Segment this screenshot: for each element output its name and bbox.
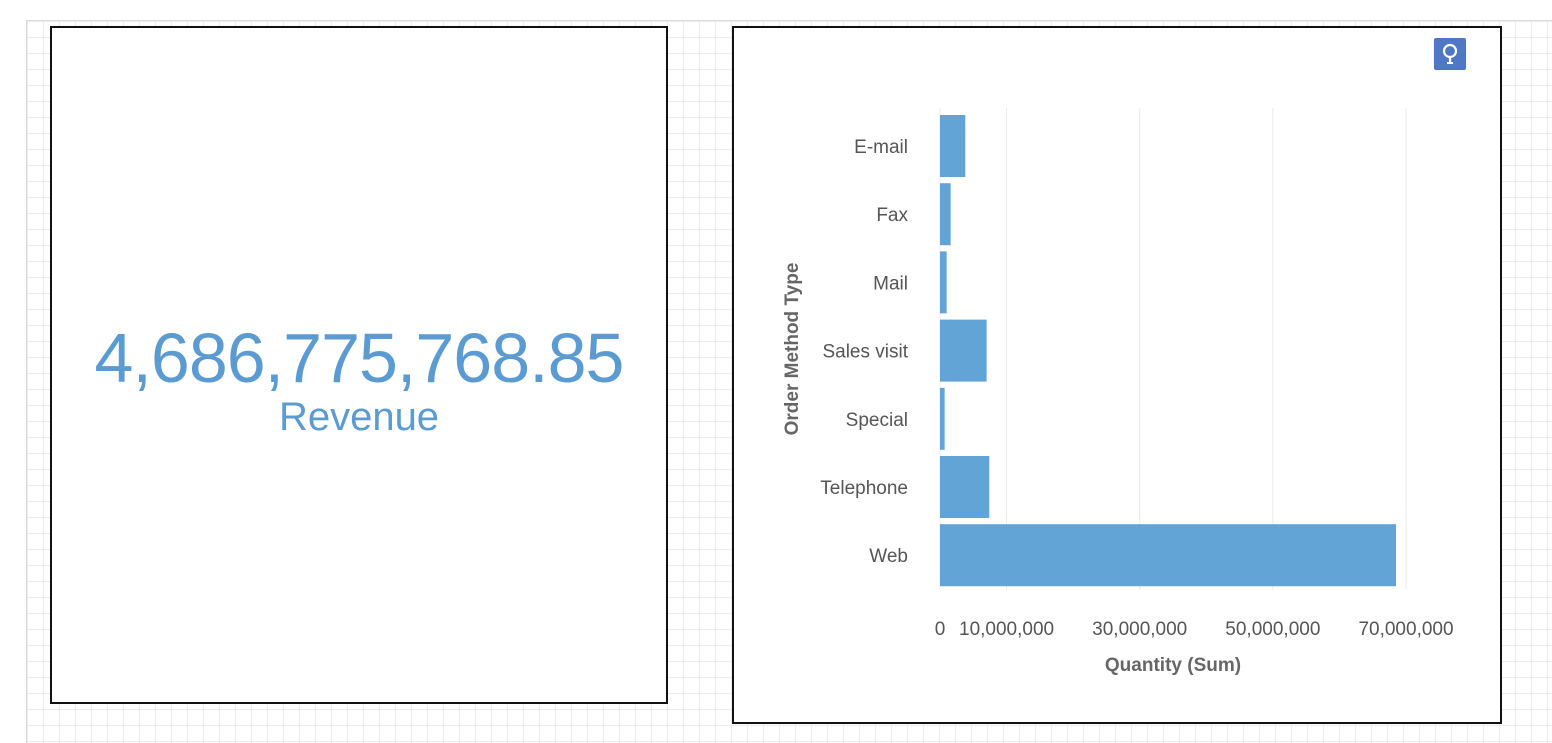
category-labels: E-mail Fax Mail Sales visit Special Telephone… xyxy=(820,137,908,567)
bar[interactable] xyxy=(940,319,987,382)
x-axis-title: Quantity (Sum) xyxy=(1105,655,1241,676)
x-tick-label: 50,000,000 xyxy=(1225,619,1320,640)
kpi-block: 4,686,775,768.85 Revenue xyxy=(52,320,666,438)
category-label: Special xyxy=(846,410,908,431)
category-label: Telephone xyxy=(820,478,908,499)
category-label: Mail xyxy=(873,273,908,294)
category-label: Sales visit xyxy=(822,342,908,363)
bars xyxy=(940,115,1397,587)
x-tick-label: 10,000,000 xyxy=(959,619,1054,640)
y-axis-title: Order Method Type xyxy=(782,263,803,436)
bar[interactable] xyxy=(940,456,990,518)
bar[interactable] xyxy=(940,115,966,177)
bar[interactable] xyxy=(940,183,951,246)
x-tick-label: 0 xyxy=(935,619,946,640)
bar-chart: E-mail Fax Mail Sales visit Special Telephone… xyxy=(782,108,1454,676)
x-tick-label: 30,000,000 xyxy=(1092,619,1187,640)
category-label: E-mail xyxy=(854,137,908,158)
x-tick-label: 70,000,000 xyxy=(1358,619,1453,640)
category-label: Web xyxy=(869,546,908,567)
bar[interactable] xyxy=(940,524,1397,587)
bar[interactable] xyxy=(940,387,945,450)
kpi-value: 4,686,775,768.85 xyxy=(94,319,625,397)
bar[interactable] xyxy=(940,251,947,314)
kpi-label: Revenue xyxy=(278,395,440,439)
x-tick-labels: 0 10,000,000 30,000,000 50,000,000 70,000,00… xyxy=(935,619,1454,640)
kpi-widget[interactable]: 4,686,775,768.85 Revenue xyxy=(50,26,668,704)
bar-chart-widget[interactable]: E-mail Fax Mail Sales visit Special Telephone… xyxy=(732,26,1502,724)
grid-lines xyxy=(939,108,1407,590)
category-label: Fax xyxy=(876,205,908,226)
